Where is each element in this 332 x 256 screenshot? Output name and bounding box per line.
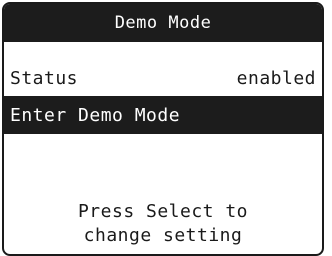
menu-item-status[interactable]: Status enabled — [4, 59, 322, 97]
hint-line-1: Press Select to — [77, 201, 249, 222]
screen-title: Demo Mode — [4, 4, 322, 42]
status-value: enabled — [236, 67, 316, 89]
device-screen: Demo Mode Status enabled Enter Demo Mode… — [2, 2, 324, 256]
status-label: Status — [10, 67, 79, 89]
hint-line-2: change setting — [83, 225, 243, 246]
enter-demo-mode-label: Enter Demo Mode — [10, 104, 181, 126]
help-hint: Press Select to change setting — [4, 200, 322, 248]
menu-item-enter-demo-mode[interactable]: Enter Demo Mode — [4, 96, 322, 134]
